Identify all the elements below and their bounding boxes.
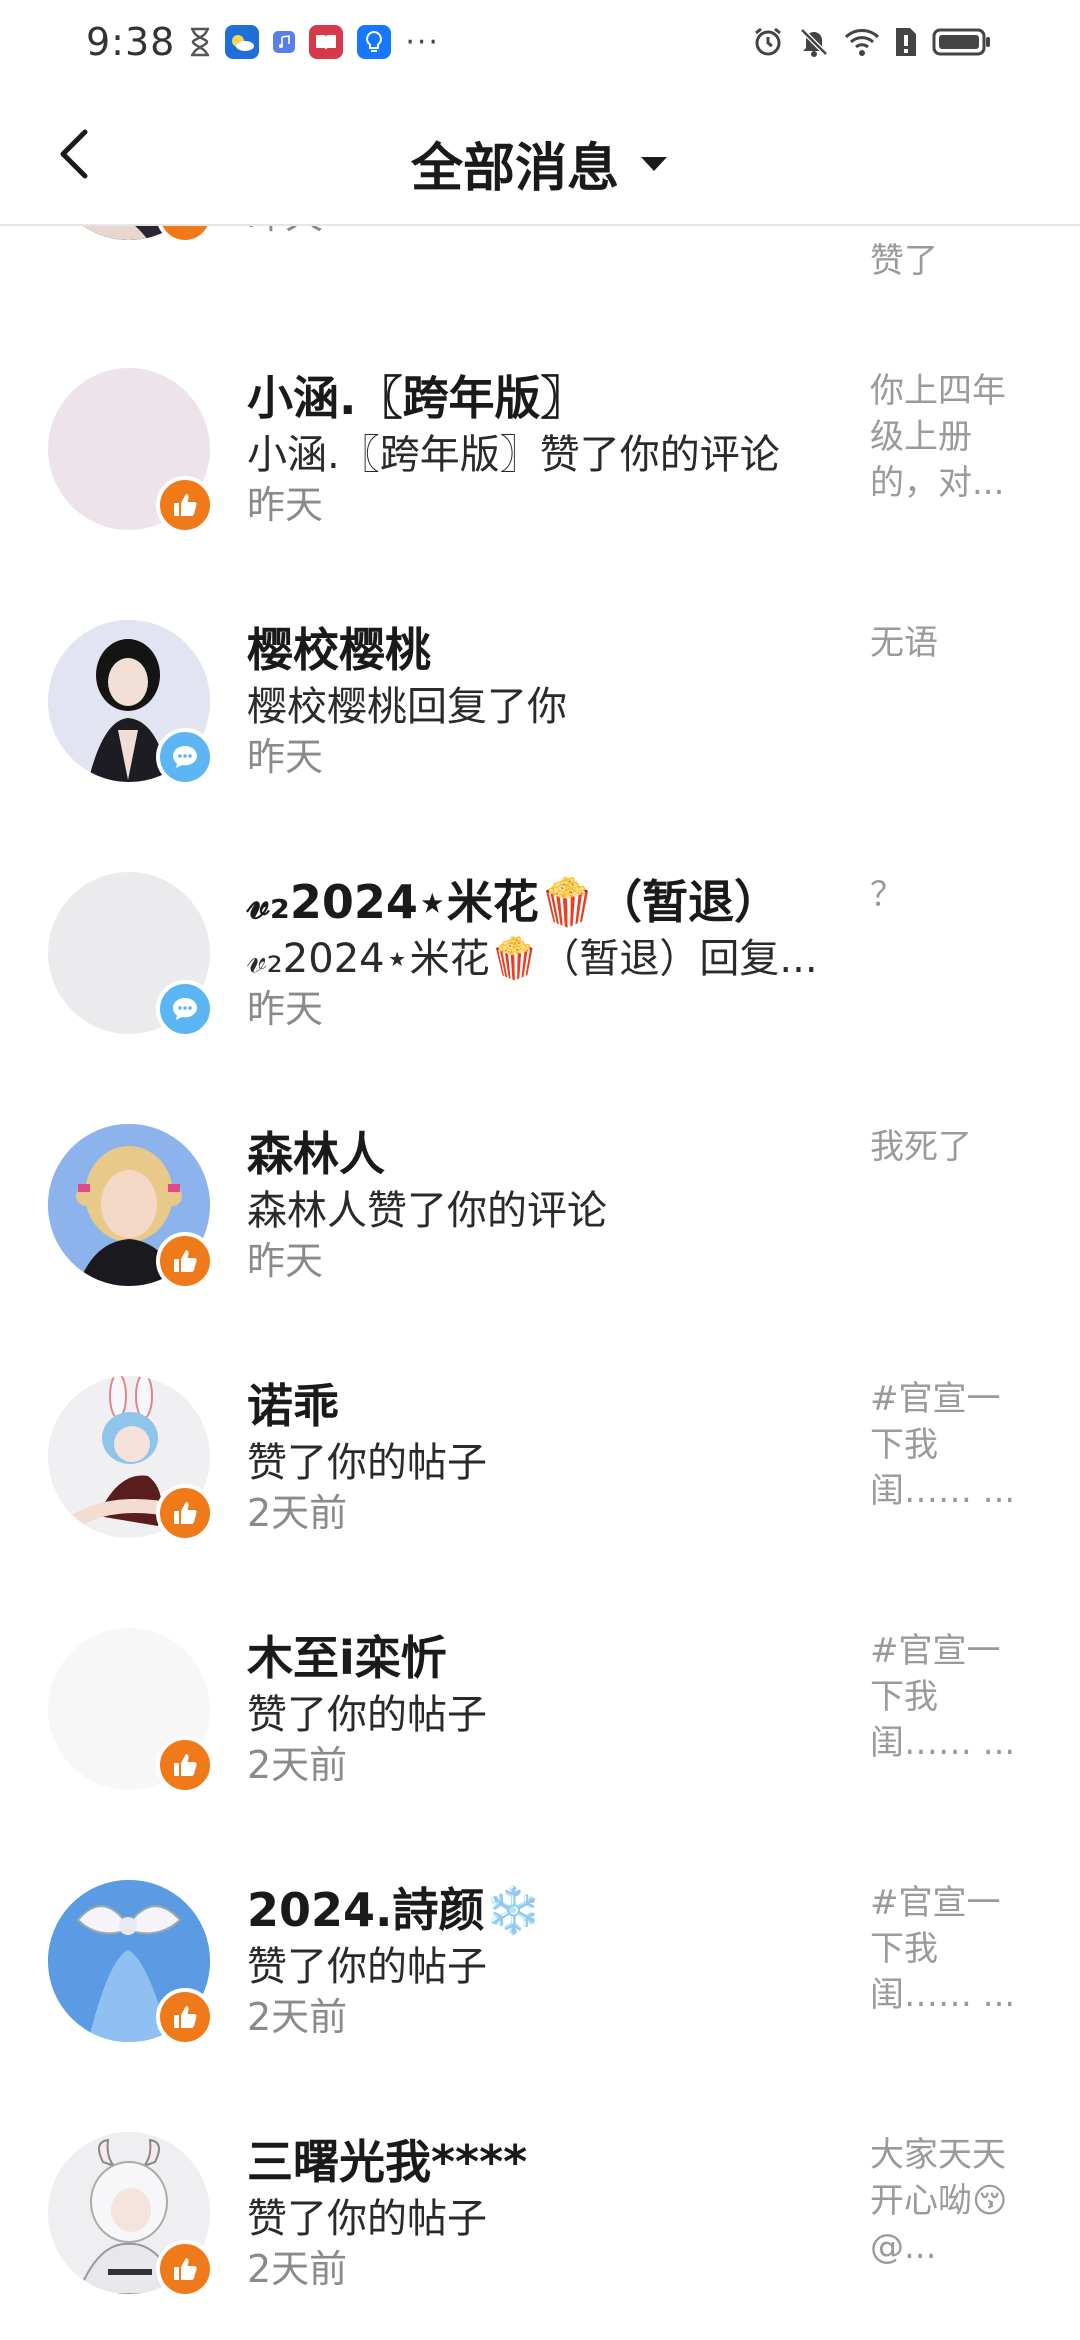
notification-text: 𝓋₂2024⋆米花🍿（暂退）回复...	[247, 936, 818, 982]
like-badge	[156, 226, 214, 244]
sim-alert-icon	[894, 26, 918, 58]
page-title: 全部消息	[410, 139, 619, 199]
status-bar-left: 9:38 ···	[86, 20, 440, 64]
list-item[interactable]: 木至i栾忻 赞了你的帖子 2天前 #官宣一下我闺…… ...	[0, 1602, 1080, 1854]
timestamp: 2天前	[247, 1995, 348, 2039]
battery-icon	[932, 27, 992, 57]
timestamp: 2天前	[247, 1743, 348, 1787]
thumbs-up-icon	[174, 1502, 197, 1524]
content-snippet: 你上四年级上册的，对...	[870, 371, 1006, 503]
reply-badge	[156, 728, 214, 786]
list-item[interactable]: 三曙光我**** 赞了你的帖子 2天前 大家天天开心呦😚@...	[0, 2106, 1080, 2340]
timestamp: 昨天	[247, 987, 324, 1031]
clock: 9:38	[86, 20, 176, 64]
content-snippet: 赞了	[870, 241, 938, 281]
avatar[interactable]	[48, 872, 214, 1038]
sender-name: 樱校樱桃	[247, 623, 431, 677]
music-app-icon	[273, 31, 296, 53]
content-snippet: 大家天天开心呦😚@...	[870, 2135, 1008, 2267]
timestamp: 2天前	[247, 1491, 348, 1535]
timestamp: 昨天	[247, 483, 324, 527]
list-item[interactable]: 森林人 森林人赞了你的评论 昨天 我死了	[0, 1098, 1080, 1350]
sender-name: 𝓋₂2024⋆米花🍿（暂退）	[247, 875, 780, 929]
sender-name: 木至i栾忻	[247, 1631, 447, 1685]
timestamp: 昨天	[247, 735, 324, 779]
sender-name: 2024.詩颜❄️	[247, 1883, 542, 1937]
list-item[interactable]: 𝓋₂2024⋆米花🍿（暂退） 𝓋₂2024⋆米花🍿（暂退）回复... 昨天 ？	[0, 846, 1080, 1098]
avatar[interactable]	[48, 1880, 214, 2046]
like-badge	[156, 476, 214, 534]
more-notifications: ···	[405, 24, 440, 60]
content-snippet: 无语	[870, 623, 938, 663]
content-snippet: 我死了	[870, 1127, 972, 1167]
thumbs-up-icon	[174, 2006, 197, 2028]
notification-text: 小涵.〖跨年版〗赞了你的评论	[247, 432, 780, 478]
avatar[interactable]	[48, 1124, 214, 1290]
like-badge	[156, 2240, 214, 2298]
reply-badge	[156, 980, 214, 1038]
thumbs-up-icon	[174, 2258, 197, 2280]
timestamp: 2天前	[247, 2247, 348, 2291]
thumbs-up-icon	[174, 1754, 197, 1776]
content-snippet: #官宣一下我闺…… ...	[870, 1883, 1016, 2015]
list-item[interactable]: 诺乖 赞了你的帖子 2天前 #官宣一下我闺…… ...	[0, 1350, 1080, 1602]
alarm-icon	[752, 26, 784, 58]
sender-name: 小涵.〖跨年版〗	[247, 371, 587, 425]
list-item[interactable]: 昨天 赞了	[0, 226, 1080, 304]
sender-name: 诺乖	[247, 1379, 339, 1433]
content-snippet: #官宣一下我闺…… ...	[870, 1379, 1016, 1511]
timestamp: 昨天	[247, 1239, 324, 1283]
content-snippet: ？	[870, 875, 904, 915]
notification-text: 赞了你的帖子	[247, 1440, 487, 1486]
sender-name: 三曙光我****	[247, 2135, 528, 2189]
weather-app-icon	[225, 25, 260, 59]
notification-text: 樱校樱桃回复了你	[247, 684, 567, 730]
wifi-icon	[844, 27, 880, 57]
caret-down-icon	[641, 156, 667, 171]
mute-icon	[798, 26, 830, 58]
list-item[interactable]: 小涵.〖跨年版〗 小涵.〖跨年版〗赞了你的评论 昨天 你上四年级上册的，对...	[0, 342, 1080, 594]
notification-text: 赞了你的帖子	[247, 2196, 487, 2242]
thumbs-up-icon	[174, 1250, 197, 1272]
status-bar-right	[752, 26, 992, 58]
timestamp: 昨天	[247, 226, 323, 239]
like-badge	[156, 1484, 214, 1542]
sender-name: 森林人	[247, 1127, 385, 1181]
message-list[interactable]: 昨天 赞了 小涵.〖跨年版〗 小涵.〖跨年版〗赞了你的评论 昨天 你上四年级上册…	[0, 226, 1080, 2340]
like-badge	[156, 1232, 214, 1290]
notification-text: 赞了你的帖子	[247, 1692, 487, 1738]
content-snippet: #官宣一下我闺…… ...	[870, 1631, 1016, 1763]
hourglass-icon	[189, 27, 211, 57]
comment-icon	[173, 998, 197, 1020]
avatar[interactable]	[48, 2132, 214, 2298]
like-badge	[156, 1988, 214, 2046]
avatar[interactable]	[48, 1376, 214, 1542]
bulb-app-icon	[357, 25, 392, 59]
avatar[interactable]	[48, 226, 214, 244]
book-app-icon	[309, 25, 344, 59]
comment-icon	[173, 746, 197, 768]
notification-text: 赞了你的帖子	[247, 1944, 487, 1990]
avatar[interactable]	[48, 1628, 214, 1794]
like-badge	[156, 1736, 214, 1794]
message-filter-dropdown[interactable]: 全部消息	[0, 126, 1080, 201]
list-item[interactable]: 樱校樱桃 樱校樱桃回复了你 昨天 无语	[0, 594, 1080, 846]
notification-text: 森林人赞了你的评论	[247, 1188, 607, 1234]
thumbs-up-icon	[174, 494, 197, 516]
status-bar: 9:38 ···	[0, 0, 1080, 84]
avatar[interactable]	[48, 620, 214, 786]
top-app-bar: 全部消息	[0, 84, 1080, 226]
thumbs-up-icon	[172, 226, 198, 228]
list-item[interactable]: 2024.詩颜❄️ 赞了你的帖子 2天前 #官宣一下我闺…… ...	[0, 1854, 1080, 2106]
avatar[interactable]	[48, 368, 214, 534]
